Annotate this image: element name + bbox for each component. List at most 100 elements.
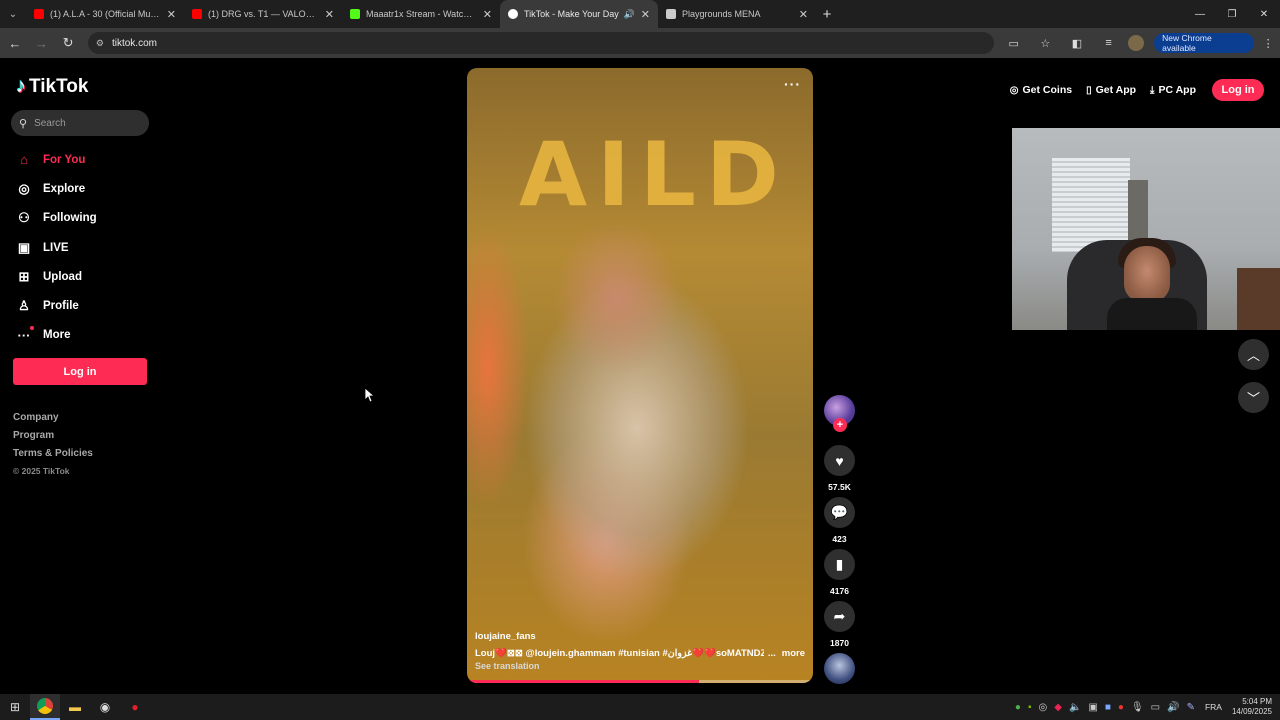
- new-chrome-available-button[interactable]: New Chrome available: [1154, 33, 1255, 53]
- save-button[interactable]: ▮: [824, 549, 855, 580]
- install-app-icon[interactable]: ▭: [1002, 31, 1026, 55]
- tray-nvidia-icon[interactable]: ▪: [1028, 702, 1032, 713]
- site-info-icon[interactable]: ⚙: [96, 38, 104, 49]
- comment-button[interactable]: 💬: [824, 497, 855, 528]
- caption-more-link[interactable]: more: [782, 648, 805, 659]
- system-clock[interactable]: 5:04 PM 14/09/2025: [1232, 697, 1272, 717]
- restore-icon[interactable]: ❐: [1216, 0, 1248, 28]
- footer-link-program[interactable]: Program: [13, 430, 93, 448]
- share-button[interactable]: ➦: [824, 601, 855, 632]
- sidebar-item-more[interactable]: ··· More: [16, 321, 97, 350]
- sidebar-item-for-you[interactable]: ⌂ For You: [16, 145, 97, 174]
- tray-shield-icon[interactable]: ◆: [1054, 702, 1062, 713]
- sidebar-item-live[interactable]: ▣ LIVE: [16, 233, 97, 262]
- chrome-taskbar-icon[interactable]: [30, 694, 60, 720]
- footer-link-company[interactable]: Company: [13, 412, 93, 430]
- tiktok-logo[interactable]: ♪ TikTok: [16, 75, 88, 98]
- forward-icon[interactable]: →: [30, 31, 54, 55]
- media-controls-icon[interactable]: ≡: [1097, 31, 1121, 55]
- music-disc[interactable]: [824, 653, 855, 684]
- sidebar-item-following[interactable]: ⚇ Following: [16, 204, 96, 233]
- next-video-button[interactable]: ﹀: [1238, 382, 1269, 413]
- sidebar-item-explore[interactable]: ◎ Explore: [16, 174, 97, 203]
- speaker-icon[interactable]: 🔊: [624, 9, 635, 20]
- tray-app3-icon[interactable]: ■: [1105, 702, 1111, 713]
- bookmark-icon: ▮: [835, 556, 844, 572]
- clock-time: 5:04 PM: [1242, 697, 1272, 706]
- search-box[interactable]: ⚲: [11, 110, 149, 136]
- tray-mic-icon[interactable]: 🎙: [1131, 702, 1144, 713]
- browser-tab[interactable]: Playgrounds MENA ✕: [658, 0, 816, 28]
- header-actions: ◎ Get Coins ▯ Get App ⤓ PC App Log in: [996, 79, 1264, 101]
- tray-speaker-icon[interactable]: 🔊: [1167, 702, 1179, 713]
- comment-icon: 💬: [830, 504, 849, 520]
- language-indicator[interactable]: FRA: [1205, 702, 1222, 712]
- tray-app-icon[interactable]: ●: [1015, 702, 1021, 713]
- share-count: 1870: [830, 638, 849, 648]
- footer-link-terms[interactable]: Terms & Policies: [13, 448, 93, 466]
- clock-date: 14/09/2025: [1231, 707, 1272, 716]
- chevron-down-icon: ﹀: [1246, 391, 1260, 406]
- video-progress-bar[interactable]: [467, 680, 813, 683]
- close-tab-icon[interactable]: ✕: [799, 8, 808, 21]
- new-tab-button[interactable]: +: [816, 3, 838, 25]
- back-icon[interactable]: ←: [3, 31, 27, 55]
- browser-tab-active[interactable]: TikTok - Make Your Day 🔊 ✕: [500, 0, 658, 28]
- windows-start-icon[interactable]: ⊞: [0, 694, 30, 720]
- tray-network-icon[interactable]: ▭: [1151, 702, 1160, 713]
- video-player[interactable]: AILD ··· loujaine_fans Louj❤️⊠⊠ @loujein…: [467, 68, 813, 683]
- upload-plus-icon: ⊞: [18, 268, 30, 284]
- close-tab-icon[interactable]: ✕: [325, 8, 334, 21]
- close-tab-icon[interactable]: ✕: [167, 8, 176, 21]
- browser-tab[interactable]: (1) DRG vs. T1 — VALORANT C ✕: [184, 0, 342, 28]
- video-overlay-text: AILD: [519, 123, 789, 226]
- reload-icon[interactable]: ↻: [56, 31, 80, 55]
- get-coins-link[interactable]: ◎ Get Coins: [1010, 84, 1072, 96]
- webcam-furniture: [1237, 268, 1280, 330]
- more-dots-icon: ···: [17, 325, 34, 343]
- address-bar[interactable]: ⚙ tiktok.com: [87, 32, 994, 54]
- valorant-icon[interactable]: ●: [120, 694, 150, 720]
- close-tab-icon[interactable]: ✕: [641, 8, 650, 21]
- sidebar-item-label: LIVE: [43, 241, 69, 254]
- header-login-button[interactable]: Log in: [1212, 79, 1264, 101]
- tab-search-icon[interactable]: ⌄: [0, 0, 26, 28]
- get-app-link[interactable]: ▯ Get App: [1086, 84, 1136, 96]
- sidebar-item-label: Explore: [43, 182, 86, 195]
- bookmark-star-icon[interactable]: ☆: [1034, 31, 1058, 55]
- tray-app2-icon[interactable]: ▣: [1088, 702, 1097, 713]
- browser-tab[interactable]: (1) A.L.A - 30 (Official Music Vid ✕: [26, 0, 184, 28]
- tray-pen-icon[interactable]: ✎: [1187, 702, 1195, 713]
- tray-steam-icon[interactable]: ◎: [1039, 702, 1048, 713]
- browser-tab[interactable]: Maaatr1x Stream - Watch Live ✕: [342, 0, 500, 28]
- close-window-icon[interactable]: ✕: [1248, 0, 1280, 28]
- sidebar-item-upload[interactable]: ⊞ Upload: [16, 262, 97, 291]
- webcam-overlay: [1012, 128, 1280, 330]
- search-input[interactable]: [34, 117, 135, 129]
- follow-plus-icon[interactable]: +: [833, 418, 847, 432]
- video-options-icon[interactable]: ···: [784, 76, 801, 92]
- minimize-icon[interactable]: —: [1184, 0, 1216, 28]
- tab-title: Playgrounds MENA: [682, 9, 761, 19]
- youtube-icon: [34, 9, 44, 19]
- extensions-icon[interactable]: ◧: [1065, 31, 1089, 55]
- sidebar-login-button[interactable]: Log in: [13, 358, 147, 385]
- previous-video-button[interactable]: ︿: [1238, 339, 1269, 370]
- tray-record-icon[interactable]: ●: [1118, 702, 1124, 713]
- steam-icon[interactable]: ◉: [90, 694, 120, 720]
- like-button[interactable]: ♥: [824, 445, 855, 476]
- pc-app-link[interactable]: ⤓ PC App: [1150, 84, 1196, 96]
- creator-avatar[interactable]: +: [824, 395, 855, 432]
- tray-volume-icon[interactable]: 🔈: [1069, 702, 1081, 713]
- file-explorer-icon[interactable]: ▬: [60, 694, 90, 720]
- chrome-menu-icon[interactable]: ⋮: [1256, 31, 1280, 55]
- profile-avatar[interactable]: [1128, 35, 1145, 51]
- close-tab-icon[interactable]: ✕: [483, 8, 492, 21]
- pc-app-label: PC App: [1158, 84, 1196, 96]
- search-icon: ⚲: [19, 117, 28, 130]
- sidebar-item-profile[interactable]: ♙ Profile: [16, 291, 97, 320]
- see-translation-link[interactable]: See translation: [475, 661, 540, 671]
- like-count: 57.5K: [828, 482, 851, 492]
- video-author[interactable]: loujaine_fans: [475, 631, 536, 642]
- home-icon: ⌂: [20, 152, 28, 168]
